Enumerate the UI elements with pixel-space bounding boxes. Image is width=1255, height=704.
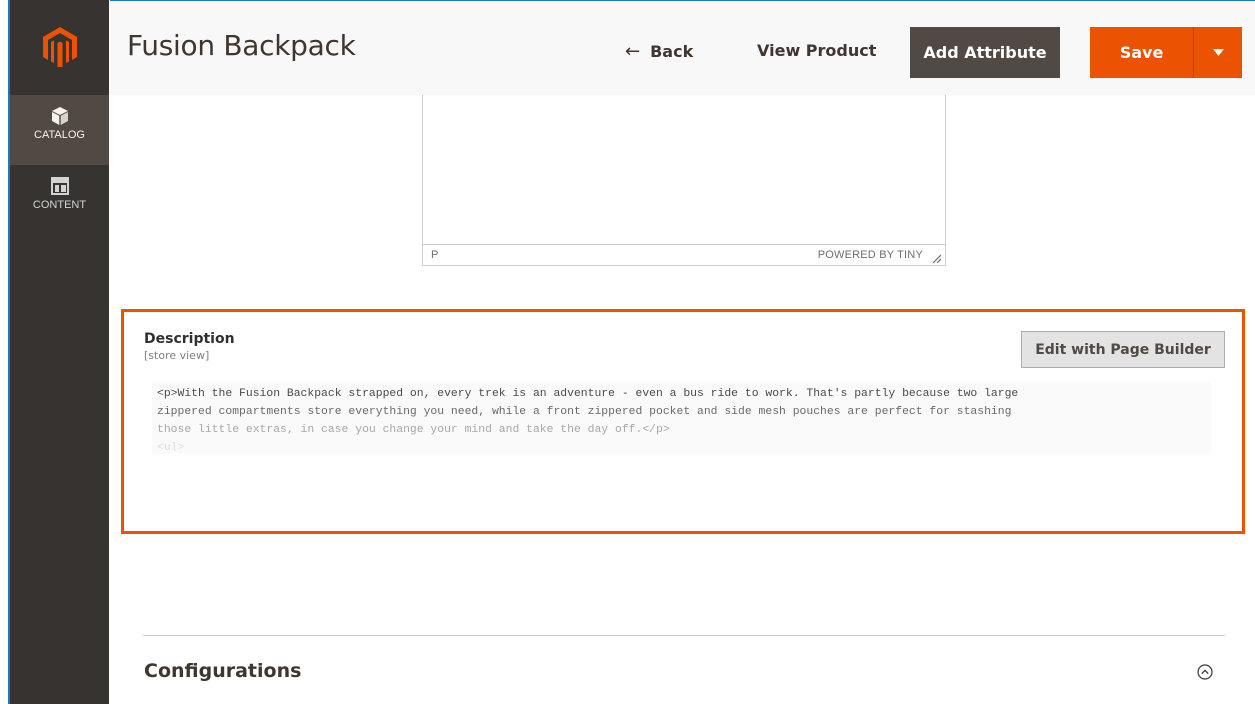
edit-with-page-builder-button[interactable]: Edit with Page Builder <box>1021 331 1225 368</box>
configurations-section-title[interactable]: Configurations <box>144 660 301 682</box>
resize-handle-icon[interactable] <box>932 254 941 263</box>
sidebar-item-label: CONTENT <box>32 199 87 211</box>
page-header: Fusion Backpack ← Back View Product Add A… <box>110 0 1255 95</box>
box-icon <box>51 107 68 125</box>
add-attribute-button[interactable]: Add Attribute <box>910 27 1060 78</box>
description-code-area[interactable]: <p>With the Fusion Backpack strapped on,… <box>152 382 1211 454</box>
caret-down-icon <box>1212 49 1224 56</box>
admin-frame: CATALOG CONTENT Fusion Backpack ← Back Vi… <box>0 0 1255 704</box>
description-scope: [store view] <box>144 349 210 362</box>
back-label: Back <box>650 42 694 61</box>
powered-by-link[interactable]: POWERED BY TINY <box>818 249 923 261</box>
admin-sidebar: CATALOG CONTENT <box>10 0 109 704</box>
window-edge <box>0 0 10 704</box>
sidebar-item-content[interactable]: CONTENT <box>10 165 109 235</box>
layout-icon <box>50 177 69 195</box>
code-line: zippered compartments store everything y… <box>157 406 1012 418</box>
sidebar-item-label: CATALOG <box>34 129 85 141</box>
magento-logo-icon[interactable] <box>10 0 109 94</box>
description-label: Description <box>144 331 235 347</box>
element-path[interactable]: P <box>431 249 438 261</box>
code-line: <p>With the Fusion Backpack strapped on,… <box>157 388 1019 400</box>
code-line: <ul> <box>157 442 185 454</box>
arrow-left-icon: ← <box>625 41 641 62</box>
section-divider <box>143 635 1225 636</box>
back-button[interactable]: ← Back <box>625 41 693 62</box>
save-button[interactable]: Save <box>1090 27 1193 78</box>
save-options-toggle[interactable] <box>1194 27 1242 78</box>
sidebar-item-catalog[interactable]: CATALOG <box>10 95 109 165</box>
view-product-button[interactable]: View Product <box>757 41 876 60</box>
wysiwyg-editor[interactable]: P POWERED BY TINY <box>422 95 946 266</box>
editor-statusbar: P POWERED BY TINY <box>423 244 945 265</box>
page-title: Fusion Backpack <box>127 29 356 62</box>
code-line: those little extras, in case you change … <box>157 424 670 436</box>
chevron-up-circle-icon[interactable] <box>1197 664 1213 684</box>
save-split-button: Save <box>1090 27 1242 78</box>
